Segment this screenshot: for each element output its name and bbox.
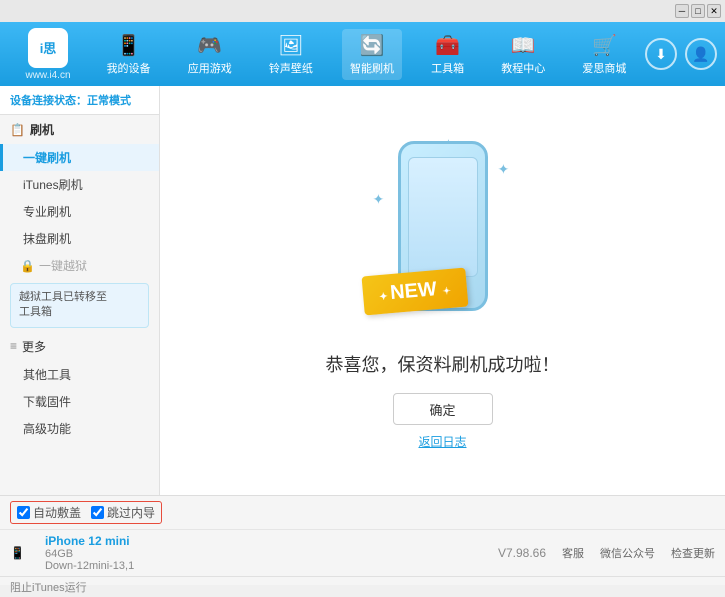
new-badge-text: NEW [389, 278, 437, 304]
success-text: 恭喜您，保资料刷机成功啦！ [326, 351, 560, 377]
device-storage: 64GB [45, 548, 134, 560]
logo-subtitle: www.i4.cn [25, 70, 70, 81]
wipe-label: 抹盘刷机 [23, 232, 71, 246]
sparkle-3: ✦ [373, 191, 385, 208]
auto-launch-checkbox-label[interactable]: 自动敷盖 [17, 504, 81, 521]
advanced-label: 高级功能 [23, 422, 71, 436]
apps-icon: 🎮 [197, 33, 222, 58]
checkbox-bordered-area: 自动敷盖 跳过内导 [10, 501, 162, 524]
skip-guide-label: 跳过内导 [107, 504, 155, 521]
skip-guide-checkbox-label[interactable]: 跳过内导 [91, 504, 155, 521]
auto-launch-checkbox[interactable] [17, 506, 30, 519]
sidebar-itunes-flash[interactable]: iTunes刷机 [0, 171, 159, 198]
nav-items: 📱 我的设备 🎮 应用游戏 🖼 铃声壁纸 🔄 智能刷机 🧰 工具箱 📖 教程中心… [88, 29, 645, 80]
auto-launch-label: 自动敷盖 [33, 504, 81, 521]
phone-screen [408, 157, 478, 277]
sidebar-download-fw[interactable]: 下载固件 [0, 388, 159, 415]
minimize-button[interactable]: ─ [675, 4, 689, 18]
toolbox-icon: 🧰 [435, 33, 460, 58]
bottom-bottom: 📱 iPhone 12 mini 64GB Down-12mini-13,1 V… [0, 530, 725, 576]
tutorials-label: 教程中心 [501, 60, 545, 76]
smart-flash-icon: 🔄 [360, 33, 385, 58]
device-status-label: 设备连接状态： [10, 95, 87, 107]
smart-flash-label: 智能刷机 [350, 60, 394, 76]
skip-guide-checkbox[interactable] [91, 506, 104, 519]
app-bottom: 自动敷盖 跳过内导 📱 iPhone 12 mini 64GB Down-12m… [0, 495, 725, 585]
nav-bar: i思 www.i4.cn 📱 我的设备 🎮 应用游戏 🖼 铃声壁纸 🔄 智能刷机… [0, 22, 725, 86]
nav-store[interactable]: 🛒 爱思商城 [574, 29, 634, 80]
nav-my-device[interactable]: 📱 我的设备 [99, 29, 159, 80]
version-text: V7.98.66 [498, 546, 546, 560]
other-tools-label: 其他工具 [23, 368, 71, 382]
apps-label: 应用游戏 [188, 60, 232, 76]
jailbreak-label: 一键越狱 [39, 257, 87, 274]
device-status-value: 正常模式 [87, 95, 131, 107]
nav-apps[interactable]: 🎮 应用游戏 [180, 29, 240, 80]
store-label: 爱思商城 [582, 60, 626, 76]
maximize-button[interactable]: □ [691, 4, 705, 18]
flash-section-header[interactable]: 📋 刷机 [0, 115, 159, 144]
main-area: 设备连接状态：正常模式 📋 刷机 一键刷机 iTunes刷机 专业刷机 抹盘刷机… [0, 86, 725, 495]
nav-wallpaper[interactable]: 🖼 铃声壁纸 [261, 29, 321, 80]
itunes-label: iTunes刷机 [23, 178, 83, 192]
wechat-link[interactable]: 微信公众号 [600, 545, 655, 561]
nav-smart-flash[interactable]: 🔄 智能刷机 [342, 29, 402, 80]
store-icon: 🛒 [592, 33, 617, 58]
tutorials-icon: 📖 [511, 33, 536, 58]
device-model: Down-12mini-13,1 [45, 560, 134, 572]
sidebar-other-tools[interactable]: 其他工具 [0, 361, 159, 388]
flash-section-label: 刷机 [30, 121, 54, 138]
sidebar-one-key-flash[interactable]: 一键刷机 [0, 144, 159, 171]
nav-toolbox[interactable]: 🧰 工具箱 [423, 29, 472, 80]
itunes-status-bar: 阻止iTunes运行 [0, 576, 725, 597]
confirm-button[interactable]: 确定 [393, 393, 493, 425]
sidebar-jailbreak-disabled: 🔒 一键越狱 [0, 252, 159, 279]
title-bar: ─ □ ✕ [0, 0, 725, 22]
sidebar-advanced[interactable]: 高级功能 [0, 415, 159, 442]
sidebar-wipe-flash[interactable]: 抹盘刷机 [0, 225, 159, 252]
device-status: 设备连接状态：正常模式 [0, 86, 159, 115]
bars-icon: ≡ [10, 339, 17, 353]
user-button[interactable]: 👤 [685, 38, 717, 70]
logo-icon: i思 [28, 28, 68, 68]
wallpaper-icon: 🖼 [278, 33, 303, 58]
one-key-label: 一键刷机 [23, 151, 71, 165]
more-section-label: 更多 [22, 338, 46, 355]
sidebar-pro-flash[interactable]: 专业刷机 [0, 198, 159, 225]
more-section-header[interactable]: ≡ 更多 [0, 332, 159, 361]
support-link[interactable]: 客服 [562, 545, 584, 561]
device-info: iPhone 12 mini 64GB Down-12mini-13,1 [45, 534, 134, 572]
my-device-label: 我的设备 [107, 60, 151, 76]
notice-text: 越狱工具已转移至工具箱 [19, 291, 107, 318]
device-name: iPhone 12 mini [45, 534, 134, 548]
nav-tutorials[interactable]: 📖 教程中心 [493, 29, 553, 80]
itunes-status-text: 阻止iTunes运行 [10, 582, 87, 594]
my-device-icon: 📱 [116, 33, 141, 58]
bottom-right: V7.98.66 客服 微信公众号 检查更新 [498, 545, 715, 561]
wallpaper-label: 铃声壁纸 [269, 60, 313, 76]
download-button[interactable]: ⬇ [645, 38, 677, 70]
phone-illustration: ✦ ✦ ✦ NEW [363, 131, 523, 331]
toolbox-label: 工具箱 [431, 60, 464, 76]
pro-label: 专业刷机 [23, 205, 71, 219]
sparkle-2: ✦ [498, 161, 510, 178]
go-back-link[interactable]: 返回日志 [418, 433, 466, 450]
close-button[interactable]: ✕ [707, 4, 721, 18]
download-fw-label: 下载固件 [23, 395, 71, 409]
flash-section-icon: 📋 [10, 123, 25, 137]
check-update-link[interactable]: 检查更新 [671, 545, 715, 561]
nav-right: ⬇ 👤 [645, 38, 717, 70]
lock-icon: 🔒 [20, 259, 35, 273]
sidebar-notice: 越狱工具已转移至工具箱 [10, 283, 149, 328]
device-phone-icon: 📱 [10, 546, 25, 560]
content-area: ✦ ✦ ✦ NEW 恭喜您，保资料刷机成功啦！ 确定 返回日志 [160, 86, 725, 495]
app-logo: i思 www.i4.cn [8, 28, 88, 81]
bottom-top: 自动敷盖 跳过内导 [0, 496, 725, 530]
sidebar: 设备连接状态：正常模式 📋 刷机 一键刷机 iTunes刷机 专业刷机 抹盘刷机… [0, 86, 160, 495]
